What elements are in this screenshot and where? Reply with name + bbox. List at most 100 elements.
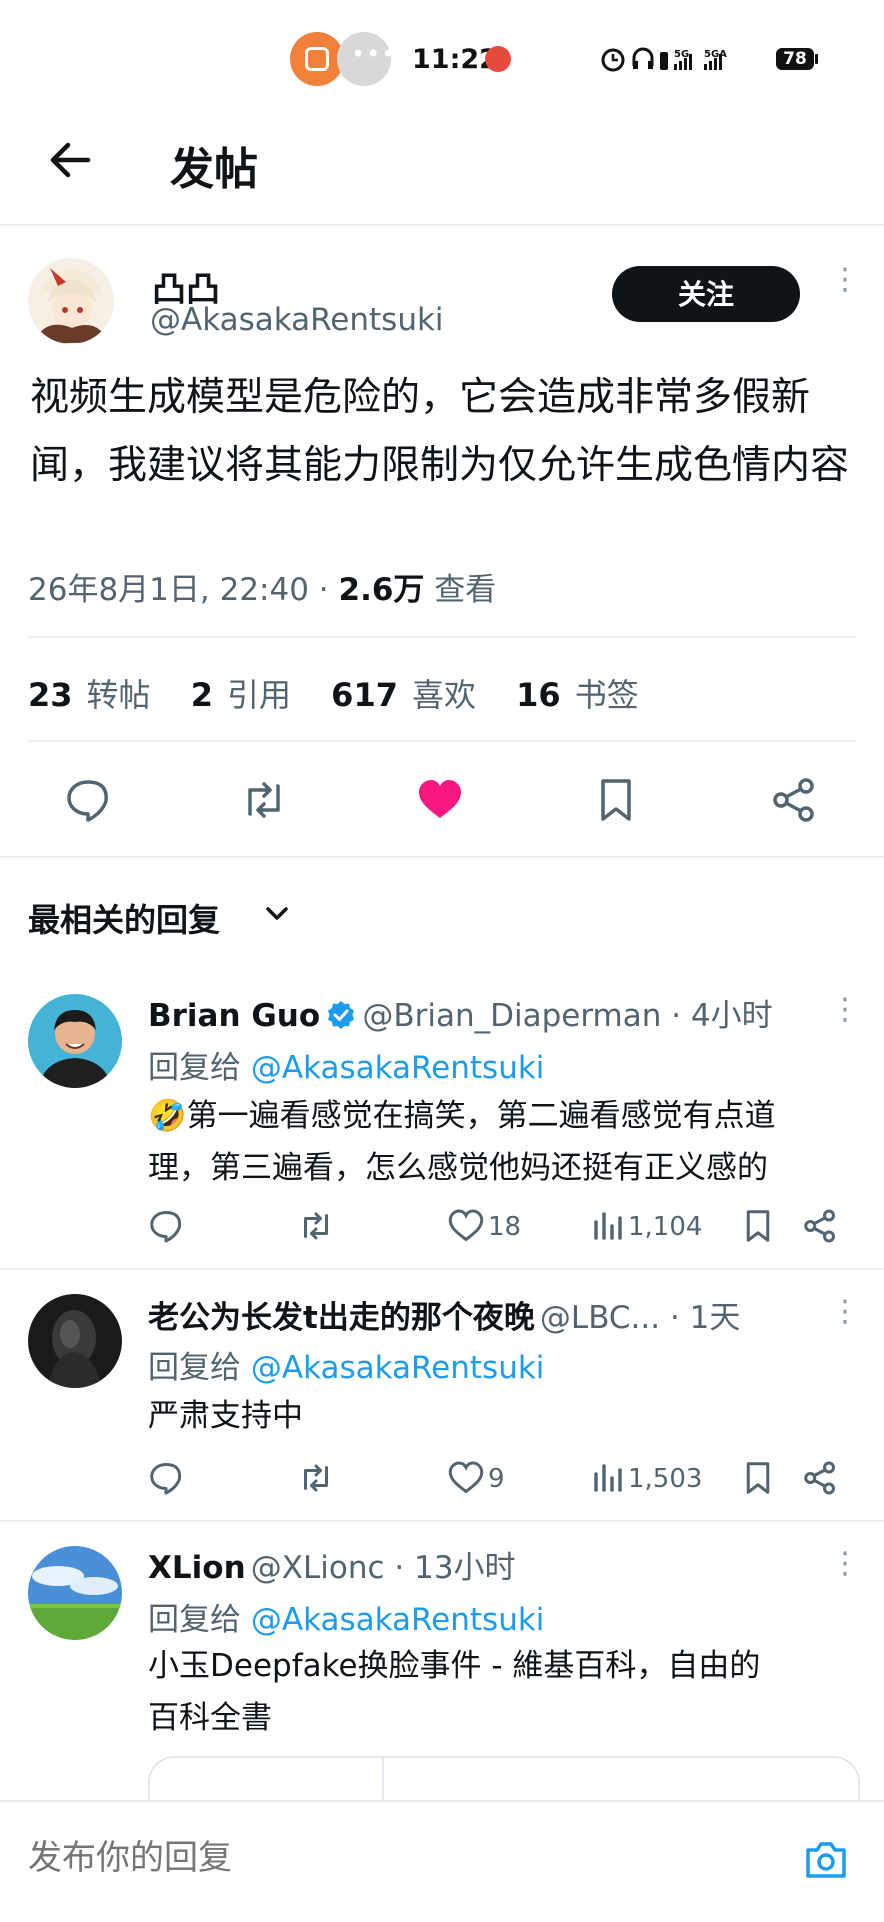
reply-handle-time[interactable]: @XLionc · 13小时: [251, 1550, 516, 1586]
likes-count: 617: [331, 676, 398, 714]
follow-button[interactable]: 关注: [612, 266, 800, 322]
reposts-stat[interactable]: 23 转帖: [28, 676, 151, 714]
reply-views-count: 1,104: [628, 1212, 703, 1242]
status-indicators: 5G 5GA: [600, 46, 770, 77]
repost-icon: [304, 1212, 328, 1240]
reply-author-name[interactable]: Brian Guo: [148, 998, 320, 1034]
analytics-icon: [594, 1464, 622, 1492]
camera-button[interactable]: [802, 1836, 850, 1884]
comment-icon: [150, 1211, 182, 1243]
reposts-count: 23: [28, 676, 73, 714]
reply-likes-count: 18: [488, 1212, 522, 1242]
post-timestamp: 26年8月1日, 22:40 ·: [28, 572, 339, 608]
more-vertical-icon[interactable]: ⋮: [830, 995, 860, 1025]
share-button[interactable]: [770, 776, 818, 824]
reply-input[interactable]: [28, 1838, 628, 1878]
more-vertical-icon[interactable]: ⋮: [830, 265, 860, 295]
reply-comment-button[interactable]: [148, 1460, 184, 1496]
heart-icon: [448, 1461, 484, 1494]
battery-indicator: 78: [776, 48, 814, 70]
battery-tip: [815, 54, 818, 64]
reply-text-line: 严肃支持中: [148, 1398, 303, 1434]
share-icon: [804, 1209, 835, 1243]
reply-text: 严肃支持中: [148, 1390, 868, 1442]
reply-comment-button[interactable]: [148, 1208, 184, 1244]
likes-label: 喜欢: [411, 676, 476, 714]
status-emoji-icon: [485, 46, 511, 72]
reply-author-name[interactable]: XLion: [148, 1550, 246, 1586]
reply-share-button[interactable]: [802, 1208, 838, 1244]
post-stats: 23 转帖 2 引用 617 喜欢 16 书签: [28, 670, 639, 716]
reply-to-line: 回复给 @AkasakaRentsuki: [148, 1594, 544, 1639]
quotes-label: 引用: [226, 676, 291, 714]
reply-text: 小玉Deepfake换脸事件 - 維基百科，自由的 百科全書: [148, 1640, 868, 1744]
reply-text-line: 🤣第一遍看感觉在搞笑，第二遍看感觉有点道: [148, 1098, 776, 1134]
reply-to-prefix: 回复给: [148, 1602, 251, 1638]
reposts-label: 转帖: [86, 676, 151, 714]
reply-likes-count: 9: [488, 1464, 505, 1494]
more-vertical-icon[interactable]: ⋮: [830, 1549, 860, 1579]
arrow-left-icon: [50, 142, 91, 178]
landscape-avatar: [28, 1546, 122, 1640]
meta-divider: [28, 636, 856, 638]
reply-to-line: 回复给 @AkasakaRentsuki: [148, 1042, 544, 1087]
reply-button[interactable]: [64, 776, 112, 824]
reply-like-button[interactable]: [448, 1208, 484, 1244]
reply-handle-time[interactable]: @LBC... · 1天: [540, 1300, 741, 1336]
reply-to-prefix: 回复给: [148, 1350, 251, 1386]
bookmark-button[interactable]: [592, 776, 640, 824]
quotes-stat[interactable]: 2 引用: [191, 676, 291, 714]
reply-text-line: 理，第三遍看，怎么感觉他妈还挺有正义感的: [148, 1150, 768, 1186]
reply-repost-button[interactable]: [298, 1460, 334, 1496]
actions-divider: [0, 856, 884, 858]
stats-divider: [28, 740, 856, 742]
reply-to-line: 回复给 @AkasakaRentsuki: [148, 1342, 544, 1387]
reply-to-link[interactable]: @AkasakaRentsuki: [251, 1602, 545, 1638]
more-vertical-icon[interactable]: ⋮: [830, 1297, 860, 1327]
person-photo-avatar: [28, 994, 122, 1088]
reply-sort-label[interactable]: 最相关的回复: [28, 895, 220, 941]
reply-like-button[interactable]: [448, 1460, 484, 1496]
reply-avatar[interactable]: [28, 1546, 122, 1640]
analytics-icon: [594, 1212, 622, 1240]
reply-header: 老公为长发t出走的那个夜晚 @LBC... · 1天: [148, 1292, 798, 1337]
repost-button[interactable]: [240, 776, 288, 824]
likes-stat[interactable]: 617 喜欢: [331, 676, 476, 714]
back-button[interactable]: [42, 132, 98, 188]
post-views-count: 2.6万: [338, 572, 425, 608]
reply-handle-time[interactable]: @Brian_Diaperman · 4小时: [362, 998, 772, 1034]
reply-author-name[interactable]: 老公为长发t出走的那个夜晚: [148, 1300, 535, 1336]
reply-avatar[interactable]: [28, 1294, 122, 1388]
reply-to-prefix: 回复给: [148, 1050, 251, 1086]
reply-views-button[interactable]: [590, 1460, 626, 1496]
reply-header: XLion @XLionc · 13小时: [148, 1542, 516, 1587]
repost-icon: [248, 782, 280, 818]
header-divider: [0, 224, 884, 226]
app-notification-icon: [290, 32, 344, 86]
post-author-avatar[interactable]: [28, 258, 114, 344]
reply-bookmark-button[interactable]: [740, 1208, 776, 1244]
bookmarks-stat[interactable]: 16 书签: [516, 676, 639, 714]
post-author-handle[interactable]: @AkasakaRentsuki: [150, 302, 444, 338]
bookmarks-label: 书签: [574, 676, 639, 714]
anime-avatar-image: [28, 258, 114, 344]
like-button[interactable]: [416, 776, 464, 824]
status-icons: 5G 5GA: [601, 47, 727, 72]
reply-bookmark-button[interactable]: [740, 1460, 776, 1496]
reply-repost-button[interactable]: [298, 1208, 334, 1244]
reply-to-link[interactable]: @AkasakaRentsuki: [251, 1050, 545, 1086]
share-icon: [804, 1461, 835, 1495]
repost-icon: [304, 1464, 328, 1492]
page-title: 发帖: [170, 144, 258, 195]
reply-views-button[interactable]: [590, 1208, 626, 1244]
reply-header: Brian Guo @Brian_Diaperman · 4小时: [148, 990, 773, 1035]
reply-share-button[interactable]: [802, 1460, 838, 1496]
comment-icon: [67, 780, 108, 822]
bookmark-icon: [746, 1210, 770, 1242]
heart-icon: [448, 1209, 484, 1242]
chevron-down-icon[interactable]: [262, 898, 292, 928]
reply-avatar[interactable]: [28, 994, 122, 1088]
reply-text-line: 小玉Deepfake换脸事件 - 維基百科，自由的: [148, 1648, 761, 1684]
reply-to-link[interactable]: @AkasakaRentsuki: [251, 1350, 545, 1386]
quotes-count: 2: [190, 676, 213, 714]
